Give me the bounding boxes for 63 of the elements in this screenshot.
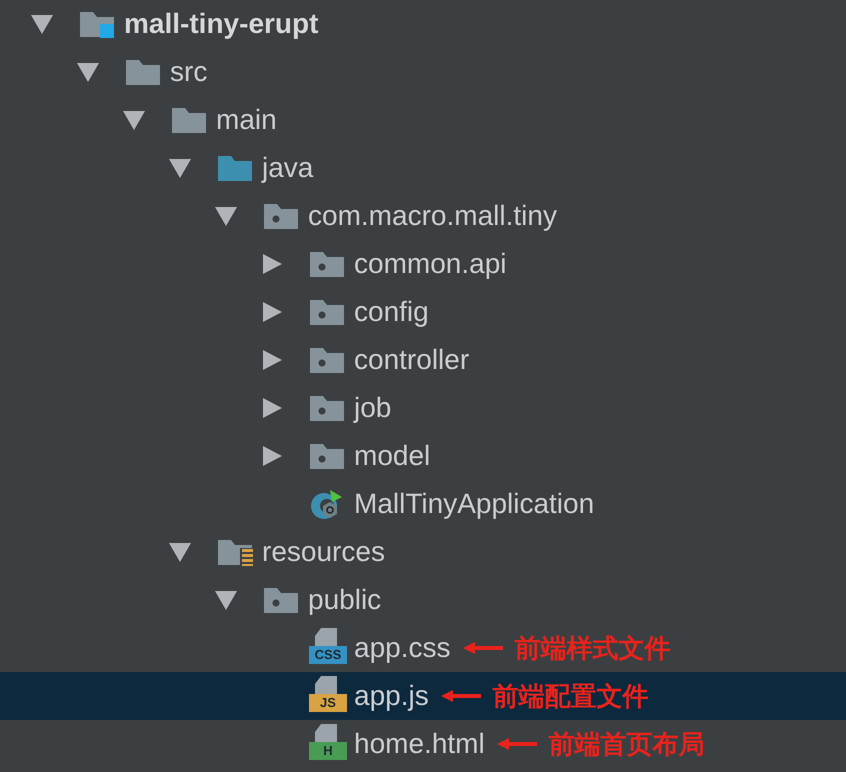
- tree-item-label: resources: [262, 535, 385, 569]
- folder-icon: [126, 60, 160, 85]
- package-folder-icon: [264, 588, 298, 613]
- tree-item-label: config: [354, 295, 429, 329]
- tree-item-label: model: [354, 439, 430, 473]
- tree-row[interactable]: public: [0, 576, 846, 624]
- arrow-icon: [462, 642, 502, 654]
- annotation-text: 前端配置文件: [492, 680, 649, 712]
- tree-item-label: com.macro.mall.tiny: [308, 199, 557, 233]
- collapse-arrow-icon[interactable]: [122, 110, 146, 130]
- tree-row[interactable]: model: [0, 432, 846, 480]
- tree-row[interactable]: java: [0, 144, 846, 192]
- tree-row[interactable]: CSS app.css 前端样式文件: [0, 624, 846, 672]
- folder-icon: [218, 156, 252, 181]
- tree-item-label: public: [308, 583, 382, 617]
- tree-row[interactable]: mall-tiny-erupt: [0, 0, 846, 48]
- annotation-text: 前端首页布局: [548, 728, 705, 760]
- tree-item-label: java: [262, 151, 314, 185]
- tree-item-label: job: [354, 391, 392, 425]
- collapse-arrow-icon[interactable]: [214, 206, 238, 226]
- tree-row[interactable]: resources: [0, 528, 846, 576]
- tree-item-label: home.html: [354, 727, 485, 761]
- package-folder-icon: [310, 252, 344, 277]
- spring-app-icon: [311, 490, 342, 519]
- collapse-arrow-icon[interactable]: [76, 62, 100, 82]
- collapse-arrow-icon[interactable]: [30, 14, 54, 34]
- tree-row[interactable]: com.macro.mall.tiny: [0, 192, 846, 240]
- tree-row[interactable]: common.api: [0, 240, 846, 288]
- arrow-icon: [440, 690, 481, 702]
- annotation-text: 前端样式文件: [514, 632, 670, 664]
- tree-item-label: MallTinyApplication: [354, 487, 594, 521]
- expand-arrow-icon[interactable]: [260, 350, 284, 370]
- package-folder-icon: [264, 204, 298, 229]
- tree-row[interactable]: controller: [0, 336, 846, 384]
- package-folder-icon: [310, 300, 344, 325]
- module-folder-icon: [80, 12, 114, 38]
- tree-item-label: controller: [354, 343, 470, 377]
- collapse-arrow-icon[interactable]: [214, 590, 238, 610]
- resources-folder-icon: [218, 540, 254, 566]
- expand-arrow-icon[interactable]: [260, 398, 284, 418]
- tree-row[interactable]: main: [0, 96, 846, 144]
- tree-item-label: app.css: [354, 631, 450, 665]
- tree-row[interactable]: src: [0, 48, 846, 96]
- tree-item-label: mall-tiny-erupt: [124, 7, 318, 41]
- tree-row[interactable]: job: [0, 384, 846, 432]
- package-folder-icon: [310, 348, 344, 373]
- folder-icon: [172, 108, 206, 133]
- tree-item-label: app.js: [354, 679, 429, 713]
- collapse-arrow-icon[interactable]: [168, 542, 192, 562]
- expand-arrow-icon[interactable]: [260, 446, 284, 466]
- tree-row[interactable]: H home.html 前端首页布局: [0, 720, 846, 768]
- tree-row[interactable]: MallTinyApplication: [0, 480, 846, 528]
- expand-arrow-icon[interactable]: [260, 254, 284, 274]
- tree-item-label: src: [170, 55, 208, 89]
- package-folder-icon: [310, 444, 344, 469]
- tree-item-label: common.api: [354, 247, 507, 281]
- arrow-icon: [496, 738, 537, 750]
- tree-row[interactable]: JS app.js 前端配置文件: [0, 672, 846, 720]
- tree-row[interactable]: config: [0, 288, 846, 336]
- collapse-arrow-icon[interactable]: [168, 158, 192, 178]
- expand-arrow-icon[interactable]: [260, 302, 284, 322]
- tree-item-label: main: [216, 103, 277, 137]
- package-folder-icon: [310, 396, 344, 421]
